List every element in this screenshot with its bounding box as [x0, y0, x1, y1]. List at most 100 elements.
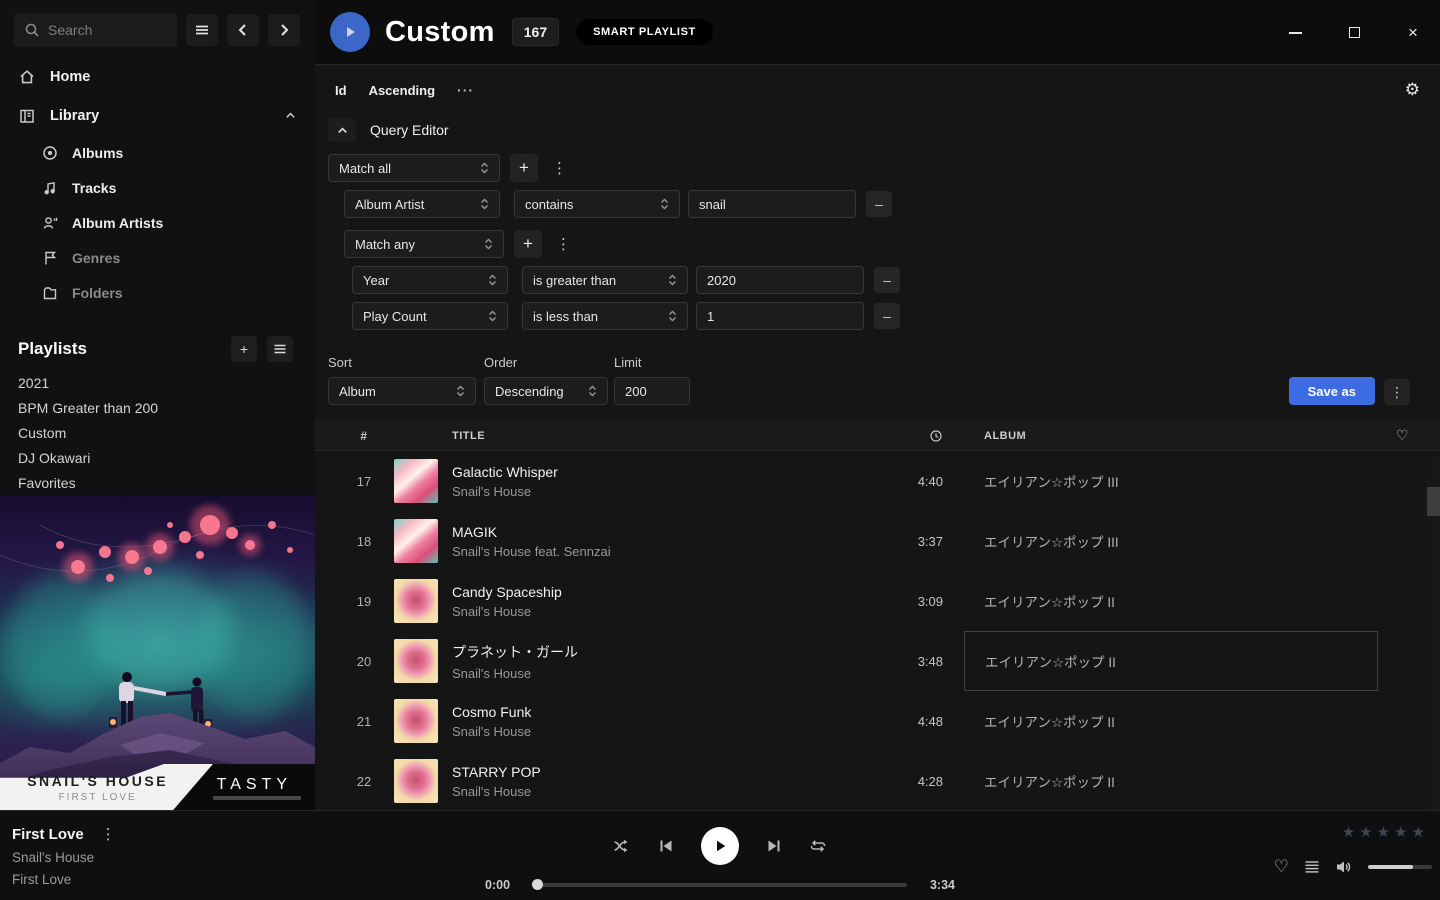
shuffle-button[interactable] [613, 838, 631, 854]
sidebar-item-genres[interactable]: Genres [0, 240, 315, 275]
save-menu-button[interactable]: ⋮ [1384, 379, 1410, 405]
track-album[interactable]: エイリアン☆ポップ II [964, 631, 1378, 691]
playlist-list-button[interactable] [267, 336, 293, 362]
disc-icon [42, 145, 58, 161]
rule-value-input[interactable] [696, 302, 864, 330]
now-playing-artist[interactable]: Snail's House [12, 850, 120, 865]
track-album[interactable]: エイリアン☆ポップ II [984, 571, 1396, 631]
scrollbar-thumb[interactable] [1427, 487, 1440, 516]
track-album[interactable]: エイリアン☆ポップ II [984, 691, 1396, 751]
order-select[interactable]: Descending [484, 377, 608, 405]
nav-back-button[interactable] [227, 14, 259, 46]
remove-rule-button[interactable]: – [874, 267, 900, 293]
rule-value-input[interactable] [688, 190, 856, 218]
play-button[interactable] [701, 827, 739, 865]
sort-field-button[interactable]: Id [335, 83, 347, 98]
rule-operator-select[interactable]: contains [514, 190, 680, 218]
now-playing-album[interactable]: First Love [12, 872, 120, 887]
playlist-item[interactable]: DJ Okawari [18, 445, 315, 470]
window-minimize-button[interactable] [1280, 18, 1310, 48]
favorite-button[interactable]: ♡ [1274, 857, 1289, 877]
track-album[interactable]: エイリアン☆ポップ II [984, 751, 1396, 805]
chevron-up-icon[interactable] [284, 109, 297, 122]
remove-rule-button[interactable]: – [874, 303, 900, 329]
seek-handle[interactable] [532, 879, 543, 890]
star-icon[interactable]: ★ [1377, 823, 1390, 841]
nav-forward-button[interactable] [268, 14, 300, 46]
table-row[interactable]: 18 MAGIK Snail's House feat. Sennzai 3:3… [315, 511, 1440, 571]
playlist-item[interactable]: Favorites [18, 470, 315, 495]
save-as-button[interactable]: Save as [1289, 377, 1375, 405]
match-type-select[interactable]: Match all [328, 154, 500, 182]
next-track-button[interactable] [766, 838, 782, 854]
playlists-list: 2021 BPM Greater than 200 Custom DJ Okaw… [0, 366, 315, 495]
previous-track-button[interactable] [658, 838, 674, 854]
queue-button[interactable] [1304, 859, 1320, 875]
now-playing-title[interactable]: First Love [12, 826, 84, 843]
limit-input[interactable] [614, 377, 690, 405]
sidebar-item-tracks[interactable]: Tracks [0, 170, 315, 205]
rule-operator-select[interactable]: is greater than [522, 266, 688, 294]
search-box[interactable] [14, 13, 177, 47]
track-album[interactable]: エイリアン☆ポップ III [984, 451, 1396, 511]
duration-column-clock-icon[interactable] [876, 429, 951, 443]
table-row[interactable]: 20 プラネット・ガール Snail's House 3:48 エイリアン☆ポッ… [315, 631, 1440, 691]
rule-field-select[interactable]: Play Count [352, 302, 508, 330]
track-list-scrollbar[interactable] [1427, 457, 1440, 810]
add-rule-button[interactable]: + [514, 230, 542, 258]
flag-icon [42, 250, 58, 266]
playlist-item[interactable]: BPM Greater than 200 [18, 395, 315, 420]
window-maximize-button[interactable] [1339, 18, 1369, 48]
sort-direction-button[interactable]: Ascending [369, 83, 435, 98]
table-row[interactable]: 21 Cosmo Funk Snail's House 4:48 エイリアン☆ポ… [315, 691, 1440, 751]
playlist-item[interactable]: Custom [18, 420, 315, 445]
sort-select[interactable]: Album [328, 377, 476, 405]
table-row[interactable]: 22 STARRY POP Snail's House 4:28 エイリアン☆ポ… [315, 751, 1440, 805]
add-rule-button[interactable]: + [510, 154, 538, 182]
window-close-button[interactable]: × [1398, 18, 1428, 48]
rule-field-select[interactable]: Album Artist [344, 190, 500, 218]
sidebar-item-albums[interactable]: Albums [0, 135, 315, 170]
repeat-button[interactable] [809, 838, 827, 854]
rule-field-select[interactable]: Year [352, 266, 508, 294]
menu-button[interactable] [186, 14, 218, 46]
table-row[interactable]: 19 Candy Spaceship Snail's House 3:09 エイ… [315, 571, 1440, 631]
sidebar-item-home[interactable]: Home [0, 57, 315, 96]
select-updown-icon [478, 160, 491, 176]
table-row[interactable]: 17 Galactic Whisper Snail's House 4:40 エ… [315, 451, 1440, 511]
star-icon[interactable]: ★ [1342, 823, 1355, 841]
rule-value-input[interactable] [696, 266, 864, 294]
add-playlist-button[interactable]: + [231, 336, 257, 362]
track-duration: 3:48 [876, 654, 951, 669]
more-options-button[interactable]: ··· [457, 82, 474, 98]
group-menu-button[interactable]: ⋮ [552, 235, 575, 253]
collapse-query-editor-button[interactable] [328, 118, 356, 142]
column-album[interactable]: ALBUM [984, 430, 1396, 442]
track-count-badge: 167 [512, 18, 559, 46]
play-playlist-button[interactable] [330, 12, 370, 52]
track-album[interactable]: エイリアン☆ポップ III [984, 511, 1396, 571]
column-title[interactable]: TITLE [444, 430, 876, 442]
star-icon[interactable]: ★ [1359, 823, 1372, 841]
column-number[interactable]: # [340, 429, 388, 443]
seek-bar[interactable] [533, 883, 907, 887]
sidebar-item-folders[interactable]: Folders [0, 275, 315, 310]
sidebar-item-library[interactable]: Library [0, 96, 315, 135]
star-icon[interactable]: ★ [1394, 823, 1407, 841]
star-icon[interactable]: ★ [1412, 823, 1425, 841]
track-duration: 3:37 [876, 534, 951, 549]
match-type-select[interactable]: Match any [344, 230, 504, 258]
search-input[interactable] [48, 22, 158, 38]
group-menu-button[interactable]: ⋮ [548, 159, 571, 177]
remove-rule-button[interactable]: – [866, 191, 892, 217]
playlist-item[interactable]: 2021 [18, 370, 315, 395]
gear-icon[interactable]: ⚙ [1405, 80, 1420, 100]
sidebar-item-label: Folders [72, 285, 123, 301]
sidebar-item-album-artists[interactable]: Album Artists [0, 205, 315, 240]
rule-operator-select[interactable]: is less than [522, 302, 688, 330]
now-playing-menu-button[interactable]: ⋮ [97, 825, 120, 843]
playlists-heading: Playlists [18, 339, 87, 359]
favorite-column-heart-icon[interactable]: ♡ [1396, 427, 1440, 444]
volume-slider[interactable] [1368, 865, 1432, 869]
volume-icon[interactable] [1335, 859, 1353, 875]
